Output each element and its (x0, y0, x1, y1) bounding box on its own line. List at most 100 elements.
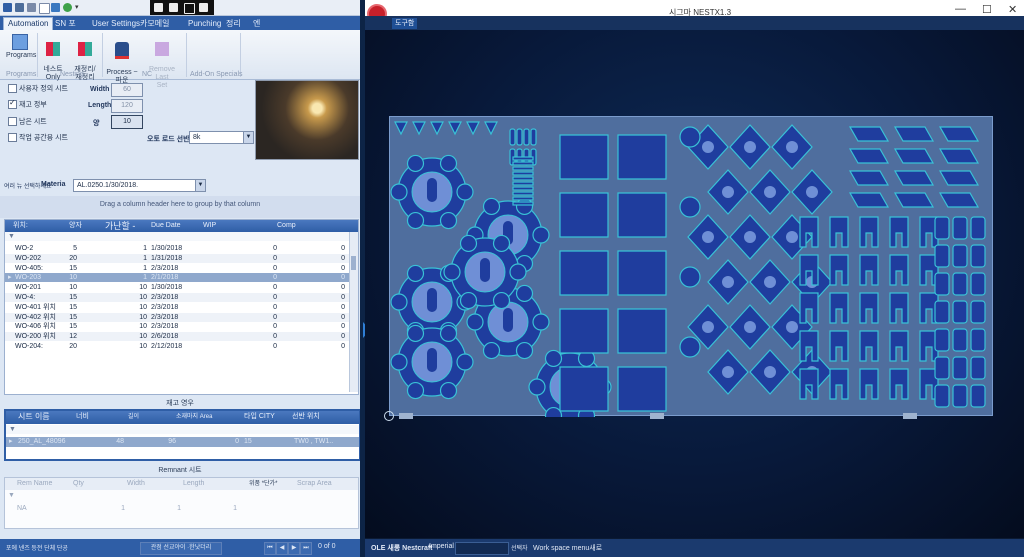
filter-row[interactable]: ▼ (6, 425, 359, 434)
last-page-icon[interactable]: ⏭ (300, 542, 312, 555)
column-header[interactable]: 선반 위치 (292, 411, 320, 423)
checkbox[interactable] (8, 84, 17, 93)
column-header[interactable]: Comp (277, 220, 296, 232)
table-row[interactable]: WO-201 10 10 1/30/2018 0 0 (5, 283, 350, 292)
sheet-handle[interactable] (903, 413, 917, 419)
sheet-handle[interactable] (650, 413, 664, 419)
chevron-down-icon[interactable]: ▼ (195, 180, 205, 191)
cell-date: 2/12/2018 (151, 343, 183, 350)
column-header[interactable]: 너비 (76, 411, 89, 423)
table-row[interactable]: WO-2 5 1 1/30/2018 0 0 (5, 244, 350, 253)
save-icon[interactable] (3, 3, 12, 12)
table-row[interactable]: WO-202 20 1 1/31/2018 0 0 (5, 253, 350, 263)
nested-part (893, 126, 935, 142)
nested-part (952, 300, 968, 324)
next-page-icon[interactable]: ▶ (288, 542, 300, 555)
column-header[interactable]: 양자 (69, 220, 82, 232)
layout-icon[interactable] (199, 3, 208, 12)
close-button[interactable]: ✕ (1008, 3, 1017, 16)
column-header[interactable]: 위품 *단가* (249, 478, 277, 490)
tab-extra[interactable]: 엔 (253, 18, 260, 30)
column-header[interactable]: 소재마지 Area (176, 411, 212, 423)
remnant-sheet-option[interactable]: 남은 시트 (8, 117, 47, 127)
length-field[interactable]: 120 (111, 99, 143, 113)
table-row[interactable]: WO-405: 15 1 2/3/2018 0 0 (5, 264, 350, 273)
tab-cleanup[interactable]: 정리 (226, 18, 241, 30)
group-by-area[interactable]: Drag a column header here to group by th… (0, 196, 360, 218)
table-row[interactable]: WO-406 위치 15 10 2/3/2018 0 0 (5, 322, 350, 331)
nested-part (512, 201, 534, 206)
column-header[interactable]: WIP (203, 220, 216, 232)
tools-icon[interactable] (15, 3, 24, 12)
units-field[interactable] (455, 542, 509, 555)
dropdown-icon[interactable]: ▾ (75, 3, 84, 12)
table-row[interactable]: WO-200 위치 12 10 2/6/2018 0 0 (5, 332, 350, 342)
table-row[interactable]: WO-4: 15 10 2/3/2018 0 0 (5, 293, 350, 302)
cell-comp: 0 (341, 284, 345, 292)
quantity-field[interactable]: 10 (111, 115, 143, 129)
scrollbar-thumb[interactable] (351, 256, 356, 270)
auto-load-select[interactable]: 8k ▼ (189, 131, 254, 144)
toolbox-tab[interactable]: 도구함 (392, 18, 418, 29)
width-field[interactable]: 60 (111, 83, 143, 97)
filter-row[interactable]: ▼ (5, 232, 350, 241)
checkbox[interactable] (8, 133, 17, 142)
sheet-handle[interactable] (399, 413, 413, 419)
column-header[interactable]: 위치: (13, 220, 28, 232)
nest-sheet[interactable] (389, 116, 993, 417)
material-select[interactable]: AL.0250.1/30/2018. ▼ (73, 179, 206, 192)
table-row[interactable]: WO-402 위치 15 10 2/3/2018 0 0 (5, 312, 350, 322)
filter-row[interactable]: ▼ (5, 491, 358, 500)
checkbox[interactable] (8, 98, 17, 109)
column-header[interactable]: 가난할 - (105, 220, 135, 232)
user-sheet-option[interactable]: 사용자 정의 시트 (8, 84, 68, 94)
stock-sheet-option[interactable]: 재고 정부 (8, 98, 47, 110)
column-header[interactable]: Width (127, 478, 145, 490)
column-header[interactable]: Scrap Area (297, 478, 332, 490)
window-icon[interactable] (184, 3, 195, 14)
tab-camomail[interactable]: 카모메일 (140, 18, 169, 30)
nested-part (938, 148, 980, 164)
column-header[interactable]: Length (183, 478, 204, 490)
nested-part (952, 356, 968, 380)
column-header[interactable]: Due Date (151, 220, 181, 232)
table-row[interactable]: ▸ 250_AL_48096 48 96 0 15 TW0 , TW1.. (6, 437, 359, 447)
refresh-icon[interactable] (63, 3, 72, 12)
vertical-scrollbar[interactable] (349, 232, 358, 392)
tab-sn[interactable]: SN 포 (55, 18, 76, 30)
programs-button[interactable]: Programs (6, 34, 36, 60)
nested-part (515, 284, 534, 303)
settings-icon[interactable] (27, 3, 36, 12)
column-header[interactable]: 길이 (128, 411, 139, 423)
column-header[interactable]: 시트 이름 (18, 411, 50, 423)
cell-qty: 15 (69, 313, 77, 321)
remove-last-set-button[interactable]: Remove Last Set (143, 34, 181, 90)
length-label: Length (88, 102, 112, 109)
table-row[interactable]: WO-204: 20 10 2/12/2018 0 0 (5, 342, 350, 351)
export-icon[interactable] (154, 3, 163, 12)
column-header[interactable]: 타입 CITY (244, 411, 275, 423)
work-space-sheet-option[interactable]: 작업 공간용 시트 (8, 133, 68, 143)
chevron-down-icon[interactable]: ▼ (243, 132, 253, 143)
column-header[interactable]: Rem Name (17, 478, 52, 490)
tab-user-settings[interactable]: User Settings (92, 18, 140, 30)
minimize-button[interactable]: — (955, 3, 966, 15)
auto-load-label: 오토 로드 선반 (147, 136, 190, 143)
table-row[interactable]: NA 1 1 1 (5, 504, 358, 513)
group-nesting: Nesting (60, 71, 84, 78)
tab-punching[interactable]: Punching (188, 18, 221, 30)
document-icon[interactable] (39, 3, 50, 14)
maximize-button[interactable]: ☐ (982, 3, 992, 16)
remnant-title: Remnant 시트 (158, 467, 202, 474)
table-row[interactable]: WO-401 위치 15 10 2/3/2018 0 0 (5, 303, 350, 312)
checkbox[interactable] (8, 117, 17, 126)
status-button[interactable]: 관점 선교야이 ·한낫더리 (140, 542, 222, 555)
prev-page-icon[interactable]: ◀ (276, 542, 288, 555)
tab-automation[interactable]: Automation (3, 17, 54, 31)
screen-icon[interactable] (169, 3, 178, 12)
print-icon[interactable] (51, 3, 60, 12)
cell-comp: 0 (341, 333, 345, 341)
first-page-icon[interactable]: ⏮ (264, 542, 276, 555)
column-header[interactable]: Qty (73, 478, 84, 490)
table-row[interactable]: ▸ WO-203 10 1 2/1/2018 0 0 (5, 273, 350, 283)
